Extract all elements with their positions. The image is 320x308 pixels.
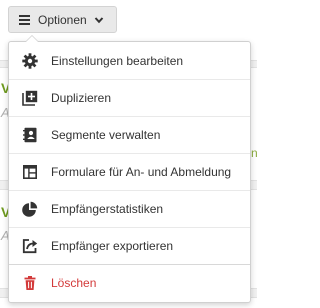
background-link-fragment: n	[251, 146, 258, 160]
menu-item-label: Löschen	[51, 276, 97, 290]
address-book-icon	[23, 127, 37, 143]
menu-item-recipient-statistics[interactable]: Empfängerstatistiken	[9, 190, 250, 227]
menu-item-edit-settings[interactable]: Einstellungen bearbeiten	[9, 42, 250, 79]
menu-item-manage-segments[interactable]: Segmente verwalten	[9, 116, 250, 153]
menu-item-label: Duplizieren	[51, 91, 112, 105]
options-button-label: Optionen	[38, 12, 87, 27]
trash-icon	[24, 276, 36, 290]
menu-item-label: Segmente verwalten	[51, 128, 161, 142]
menu-item-label: Einstellungen bearbeiten	[51, 53, 184, 68]
menu-item-export-recipients[interactable]: Empfänger exportieren	[9, 227, 250, 264]
options-dropdown-button[interactable]: Optionen	[8, 6, 117, 33]
duplicate-icon	[22, 90, 38, 106]
gear-icon	[22, 52, 38, 69]
menu-item-label: Empfängerstatistiken	[51, 202, 164, 216]
menu-item-label: Formulare für An- und Abmeldung	[51, 165, 232, 179]
menu-item-duplicate[interactable]: Duplizieren	[9, 79, 250, 116]
menu-item-signup-forms[interactable]: Formulare für An- und Abmeldung	[9, 153, 250, 190]
hamburger-icon	[19, 14, 30, 25]
form-layout-icon	[23, 165, 37, 179]
menu-item-label: Empfänger exportieren	[51, 239, 174, 253]
pie-chart-icon	[22, 201, 38, 217]
export-icon	[22, 239, 38, 254]
menu-item-delete[interactable]: Löschen	[9, 264, 250, 301]
options-dropdown-menu: Einstellungen bearbeiten Duplizieren Seg…	[8, 35, 251, 303]
chevron-down-icon	[94, 16, 103, 23]
